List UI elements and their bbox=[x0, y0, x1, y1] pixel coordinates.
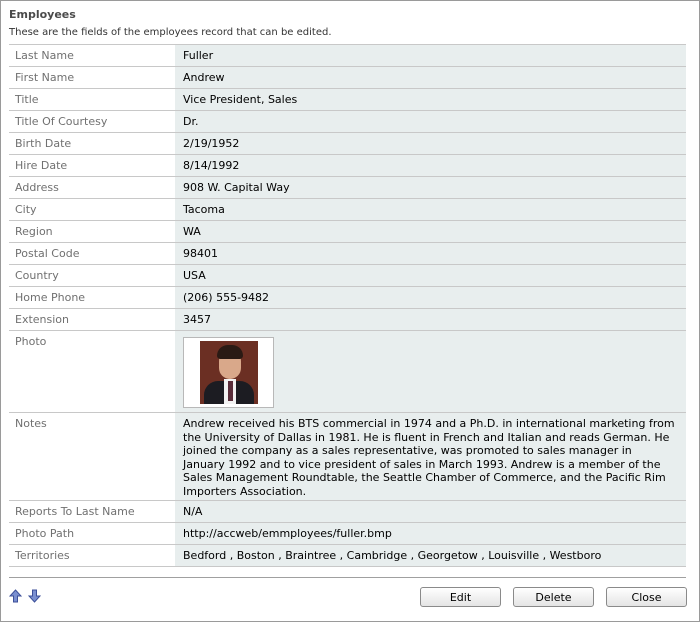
field-label: City bbox=[9, 199, 175, 220]
field-label: Region bbox=[9, 221, 175, 242]
field-label: Hire Date bbox=[9, 155, 175, 176]
field-label: Title bbox=[9, 89, 175, 110]
field-value: 8/14/1992 bbox=[175, 155, 686, 176]
field-label: Photo Path bbox=[9, 523, 175, 544]
field-value: Tacoma bbox=[175, 199, 686, 220]
field-row-address: Address 908 W. Capital Way bbox=[9, 177, 686, 199]
field-value: Dr. bbox=[175, 111, 686, 132]
field-row-region: Region WA bbox=[9, 221, 686, 243]
arrow-down-icon[interactable] bbox=[27, 589, 42, 603]
field-label: Postal Code bbox=[9, 243, 175, 264]
field-row-home-phone: Home Phone (206) 555-9482 bbox=[9, 287, 686, 309]
field-label: Home Phone bbox=[9, 287, 175, 308]
field-row-country: Country USA bbox=[9, 265, 686, 287]
field-value: 2/19/1952 bbox=[175, 133, 686, 154]
field-row-extension: Extension 3457 bbox=[9, 309, 686, 331]
employee-photo-frame bbox=[183, 337, 274, 408]
field-row-photo: Photo bbox=[9, 331, 686, 413]
field-label: Last Name bbox=[9, 45, 175, 66]
close-button[interactable]: Close bbox=[606, 587, 687, 607]
record-fields: Last Name Fuller First Name Andrew Title… bbox=[9, 44, 686, 567]
action-bar-divider bbox=[9, 577, 686, 578]
edit-button[interactable]: Edit bbox=[420, 587, 501, 607]
field-label: Birth Date bbox=[9, 133, 175, 154]
field-value bbox=[175, 331, 686, 412]
field-label: Notes bbox=[9, 413, 175, 500]
field-label: Country bbox=[9, 265, 175, 286]
field-row-postal-code: Postal Code 98401 bbox=[9, 243, 686, 265]
field-value: http://accweb/emmployees/fuller.bmp bbox=[175, 523, 686, 544]
employees-form-panel: Employees These are the fields of the em… bbox=[0, 0, 700, 622]
form-description: These are the fields of the employees re… bbox=[9, 27, 332, 38]
arrow-up-icon[interactable] bbox=[8, 589, 23, 603]
record-navigation bbox=[8, 589, 42, 603]
field-label: Photo bbox=[9, 331, 175, 412]
employee-photo bbox=[200, 341, 258, 404]
delete-button[interactable]: Delete bbox=[513, 587, 594, 607]
form-title: Employees bbox=[9, 8, 76, 21]
field-row-hire-date: Hire Date 8/14/1992 bbox=[9, 155, 686, 177]
field-value: Andrew bbox=[175, 67, 686, 88]
field-value: 908 W. Capital Way bbox=[175, 177, 686, 198]
field-row-city: City Tacoma bbox=[9, 199, 686, 221]
field-value: Andrew received his BTS commercial in 19… bbox=[175, 413, 686, 500]
field-value: Bedford , Boston , Braintree , Cambridge… bbox=[175, 545, 686, 566]
field-value: WA bbox=[175, 221, 686, 242]
field-label: Territories bbox=[9, 545, 175, 566]
field-row-reports-to: Reports To Last Name N/A bbox=[9, 501, 686, 523]
field-value: Fuller bbox=[175, 45, 686, 66]
field-label: First Name bbox=[9, 67, 175, 88]
field-label: Title Of Courtesy bbox=[9, 111, 175, 132]
field-row-photo-path: Photo Path http://accweb/emmployees/full… bbox=[9, 523, 686, 545]
field-value: USA bbox=[175, 265, 686, 286]
field-row-last-name: Last Name Fuller bbox=[9, 45, 686, 67]
field-row-birth-date: Birth Date 2/19/1952 bbox=[9, 133, 686, 155]
field-value: 3457 bbox=[175, 309, 686, 330]
field-row-first-name: First Name Andrew bbox=[9, 67, 686, 89]
field-value: N/A bbox=[175, 501, 686, 522]
field-label: Address bbox=[9, 177, 175, 198]
field-label: Reports To Last Name bbox=[9, 501, 175, 522]
field-value: Vice President, Sales bbox=[175, 89, 686, 110]
field-row-title: Title Vice President, Sales bbox=[9, 89, 686, 111]
field-row-notes: Notes Andrew received his BTS commercial… bbox=[9, 413, 686, 501]
field-row-title-of-courtesy: Title Of Courtesy Dr. bbox=[9, 111, 686, 133]
field-label: Extension bbox=[9, 309, 175, 330]
field-row-territories: Territories Bedford , Boston , Braintree… bbox=[9, 545, 686, 567]
field-value: 98401 bbox=[175, 243, 686, 264]
field-value: (206) 555-9482 bbox=[175, 287, 686, 308]
